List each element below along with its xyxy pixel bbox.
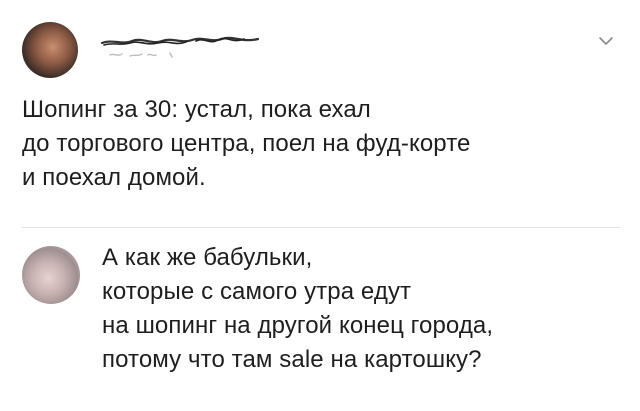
reply-author-avatar[interactable] — [22, 246, 80, 304]
divider — [22, 227, 620, 228]
author-name-redacted — [100, 36, 260, 58]
tweet-card: Шопинг за 30: устал, пока ехал до торгов… — [0, 0, 640, 411]
author-avatar[interactable] — [22, 22, 78, 78]
reply-text: А как же бабульки, которые с самого утра… — [102, 244, 494, 373]
tweet-text: Шопинг за 30: устал, пока ехал до торгов… — [22, 96, 471, 191]
chevron-down-icon[interactable] — [598, 35, 614, 47]
